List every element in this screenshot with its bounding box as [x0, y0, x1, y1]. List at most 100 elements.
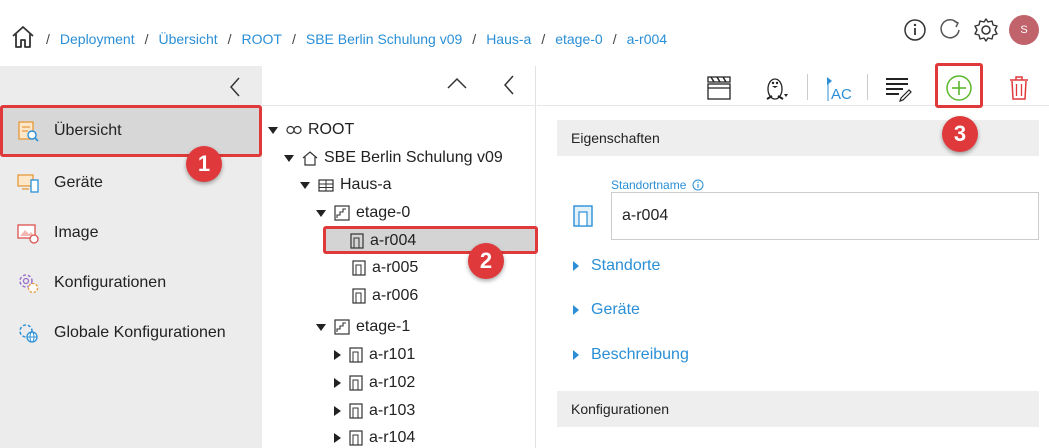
- field-label-text: Standortname: [611, 178, 687, 192]
- clapperboard-icon[interactable]: [701, 70, 737, 106]
- configurations-section-header[interactable]: Konfigurationen: [557, 391, 1039, 427]
- text-ac-icon[interactable]: AC: [821, 70, 857, 106]
- sidebar-item-globale-konfigurationen[interactable]: Globale Konfigurationen: [0, 308, 262, 358]
- tree-node-floor-0[interactable]: etage-0: [316, 201, 410, 225]
- devices-icon: [16, 171, 40, 195]
- tree-node-room[interactable]: a-r006: [352, 284, 418, 308]
- info-icon[interactable]: [692, 179, 704, 191]
- expander-label: Geräte: [591, 301, 640, 318]
- tree-node-room[interactable]: a-r101: [334, 343, 415, 367]
- breadcrumb-uebersicht[interactable]: Übersicht: [158, 31, 217, 47]
- annotation-badge-3: 3: [942, 116, 978, 152]
- expand-arrow-icon: [573, 305, 579, 315]
- sidebar-item-konfigurationen[interactable]: Konfigurationen: [0, 258, 262, 308]
- standortname-input[interactable]: a-r004: [611, 192, 1039, 240]
- toolbar-divider: [807, 74, 808, 100]
- room-icon: [352, 288, 366, 304]
- expander-label: Beschreibung: [591, 346, 689, 363]
- list-edit-icon[interactable]: [880, 70, 916, 106]
- chevron-left-icon[interactable]: [502, 74, 516, 96]
- tree-node-site[interactable]: SBE Berlin Schulung v09: [284, 146, 503, 170]
- collapsed-triangle-icon[interactable]: [334, 433, 341, 443]
- linux-icon[interactable]: [759, 70, 795, 106]
- breadcrumb-floor[interactable]: etage-0: [555, 31, 602, 47]
- tree-node-label: a-r103: [369, 402, 416, 419]
- tree-node-label: a-r102: [369, 374, 416, 391]
- tree-node-room[interactable]: a-r005: [352, 256, 418, 280]
- sidebar-item-label: Globale Konfigurationen: [54, 324, 226, 341]
- tree-node-building[interactable]: Haus-a: [300, 173, 392, 197]
- home-icon[interactable]: [10, 24, 36, 50]
- room-icon: [349, 347, 363, 363]
- breadcrumb-building[interactable]: Haus-a: [486, 31, 531, 47]
- room-icon: [349, 403, 363, 419]
- building-icon: [318, 178, 334, 192]
- configurations-icon: [16, 271, 40, 295]
- tree-toolbar: [262, 66, 536, 106]
- sidebar-item-image[interactable]: Image: [0, 208, 262, 258]
- breadcrumb-separator: /: [46, 31, 50, 47]
- expand-arrow-icon: [573, 350, 579, 360]
- gear-icon[interactable]: [973, 17, 999, 43]
- expand-triangle-icon[interactable]: [300, 181, 310, 189]
- tree-node-label: a-r104: [369, 429, 416, 446]
- expand-triangle-icon[interactable]: [268, 126, 278, 134]
- global-configurations-icon: [16, 321, 40, 345]
- sidebar-item-label: Image: [54, 224, 99, 241]
- sidebar-collapse-icon[interactable]: [228, 76, 242, 98]
- sidebar-item-label: Geräte: [54, 174, 103, 191]
- collapsed-triangle-icon[interactable]: [334, 406, 341, 416]
- detail-panel: Eigenschaften Standortname a-r004 Stando…: [537, 106, 1049, 448]
- expander-standorte[interactable]: Standorte: [573, 257, 660, 275]
- delete-icon[interactable]: [1001, 70, 1037, 106]
- breadcrumb-separator: /: [291, 31, 296, 47]
- expand-triangle-icon[interactable]: [316, 323, 326, 331]
- tree-node-label: a-r006: [372, 287, 419, 304]
- breadcrumb-separator: /: [612, 31, 617, 47]
- tree-node-label: ROOT: [308, 121, 355, 138]
- expand-triangle-icon[interactable]: [316, 209, 326, 217]
- refresh-icon[interactable]: [937, 17, 963, 43]
- breadcrumb-root[interactable]: ROOT: [242, 31, 282, 47]
- header-actions: S: [903, 15, 1039, 45]
- breadcrumb-separator: /: [144, 31, 149, 47]
- image-icon: [16, 221, 40, 245]
- breadcrumb-separator: /: [541, 31, 546, 47]
- expander-label: Standorte: [591, 257, 661, 274]
- expand-arrow-icon: [573, 261, 579, 271]
- floor-icon: [334, 205, 350, 221]
- annotation-box-3: [935, 63, 983, 108]
- toolbar-ac-label: AC: [831, 86, 852, 103]
- breadcrumb-separator: /: [472, 31, 477, 47]
- expander-beschreibung[interactable]: Beschreibung: [573, 346, 689, 364]
- tree-node-label: a-r101: [369, 346, 416, 363]
- tree-node-root[interactable]: ROOT: [268, 118, 354, 142]
- tree-node-floor-1[interactable]: etage-1: [316, 315, 410, 339]
- home-icon: [302, 150, 318, 166]
- room-icon: [349, 375, 363, 391]
- annotation-box-1: [0, 105, 262, 157]
- annotation-badge-2: 2: [468, 243, 504, 279]
- sidebar-item-geraete[interactable]: Geräte: [0, 158, 262, 208]
- breadcrumb-room[interactable]: a-r004: [627, 31, 667, 47]
- breadcrumb-site[interactable]: SBE Berlin Schulung v09: [306, 31, 462, 47]
- floor-icon: [334, 319, 350, 335]
- collapsed-triangle-icon[interactable]: [334, 350, 341, 360]
- tree-node-room[interactable]: a-r102: [334, 371, 415, 395]
- expand-triangle-icon[interactable]: [284, 154, 294, 162]
- tree-node-label: SBE Berlin Schulung v09: [324, 149, 503, 166]
- room-icon: [352, 260, 366, 276]
- tree-node-room[interactable]: a-r104: [334, 426, 415, 448]
- info-icon[interactable]: [903, 18, 927, 42]
- expander-geraete[interactable]: Geräte: [573, 301, 640, 319]
- breadcrumb-deployment[interactable]: Deployment: [60, 31, 135, 47]
- collapsed-triangle-icon[interactable]: [334, 378, 341, 388]
- tree-node-label: etage-1: [356, 318, 411, 335]
- tree-node-label: a-r005: [372, 259, 419, 276]
- standortname-label: Standortname: [611, 178, 704, 192]
- tree-node-label: etage-0: [356, 204, 411, 221]
- chevron-up-icon[interactable]: [446, 76, 468, 90]
- user-avatar[interactable]: S: [1009, 15, 1039, 45]
- toolbar-divider: [867, 74, 868, 100]
- tree-node-room[interactable]: a-r103: [334, 399, 415, 423]
